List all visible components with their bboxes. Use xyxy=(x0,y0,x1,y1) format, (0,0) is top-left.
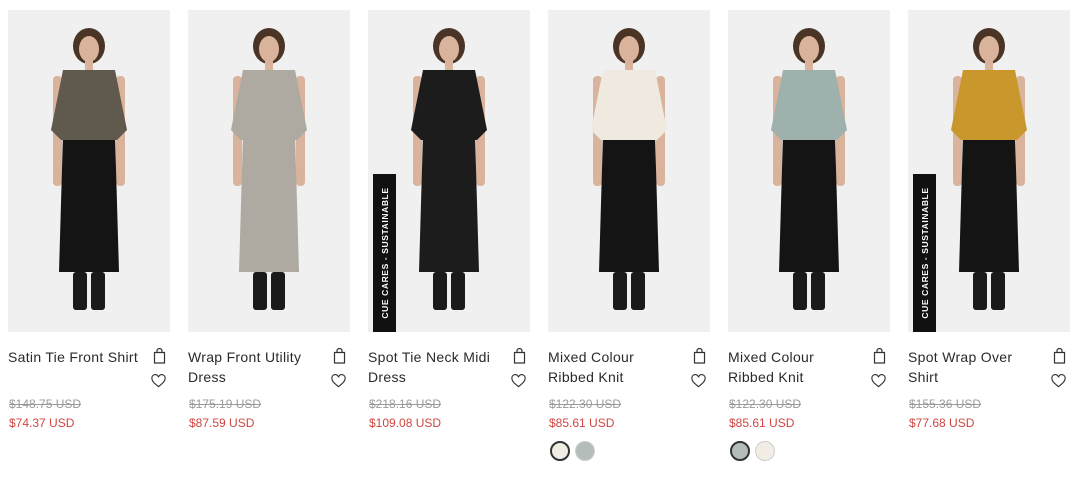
color-swatch[interactable] xyxy=(575,441,595,461)
shopping-bag-icon[interactable] xyxy=(513,348,526,364)
shopping-bag-icon[interactable] xyxy=(873,348,886,364)
original-price: $175.19 USD xyxy=(189,397,262,411)
sale-price: $85.61 USD xyxy=(549,416,615,430)
badge-label: CUE CARES - SUSTAINABLE xyxy=(919,187,930,319)
sale-price: $85.61 USD xyxy=(729,416,795,430)
product-card[interactable]: Wrap Front Utility Dress $175.19 USD $87… xyxy=(188,10,350,485)
heart-icon[interactable] xyxy=(151,374,166,388)
product-image[interactable]: CUE CARES - SUSTAINABLE xyxy=(908,10,1070,332)
sale-price: $87.59 USD xyxy=(189,416,255,430)
product-image[interactable] xyxy=(188,10,350,332)
shopping-bag-icon[interactable] xyxy=(153,348,166,364)
heart-icon[interactable] xyxy=(511,374,526,388)
original-price: $148.75 USD xyxy=(9,397,82,411)
product-card[interactable]: CUE CARES - SUSTAINABLE Spot Wrap Over S… xyxy=(908,10,1070,485)
badge-label: CUE CARES - SUSTAINABLE xyxy=(379,187,390,319)
heart-icon[interactable] xyxy=(331,374,346,388)
color-swatch[interactable] xyxy=(730,441,750,461)
sustainable-badge: CUE CARES - SUSTAINABLE xyxy=(373,174,396,332)
product-name[interactable]: Wrap Front Utility Dress xyxy=(188,347,323,387)
model-figure xyxy=(231,28,307,310)
sale-price: $77.68 USD xyxy=(909,416,975,430)
product-name[interactable]: Mixed Colour Ribbed Knit xyxy=(548,347,683,387)
shopping-bag-icon[interactable] xyxy=(333,348,346,364)
product-grid: Satin Tie Front Shirt $148.75 USD $74.37… xyxy=(0,0,1080,493)
shopping-bag-icon[interactable] xyxy=(1053,348,1066,364)
product-image[interactable] xyxy=(8,10,170,332)
shopping-bag-icon[interactable] xyxy=(693,348,706,364)
color-swatches xyxy=(730,441,780,461)
sale-price: $74.37 USD xyxy=(9,416,75,430)
heart-icon[interactable] xyxy=(1051,374,1066,388)
model-figure xyxy=(51,28,127,310)
product-card[interactable]: Mixed Colour Ribbed Knit $122.30 USD $85… xyxy=(548,10,710,485)
heart-icon[interactable] xyxy=(871,374,886,388)
original-price: $122.30 USD xyxy=(549,397,622,411)
heart-icon[interactable] xyxy=(691,374,706,388)
original-price: $155.36 USD xyxy=(909,397,982,411)
product-card[interactable]: Satin Tie Front Shirt $148.75 USD $74.37… xyxy=(8,10,170,485)
color-swatch[interactable] xyxy=(550,441,570,461)
sustainable-badge: CUE CARES - SUSTAINABLE xyxy=(913,174,936,332)
product-image[interactable]: CUE CARES - SUSTAINABLE xyxy=(368,10,530,332)
color-swatches xyxy=(550,441,600,461)
product-name[interactable]: Spot Tie Neck Midi Dress xyxy=(368,347,503,387)
product-name[interactable]: Mixed Colour Ribbed Knit xyxy=(728,347,863,387)
product-card[interactable]: Mixed Colour Ribbed Knit $122.30 USD $85… xyxy=(728,10,890,485)
original-price: $218.16 USD xyxy=(369,397,442,411)
product-name[interactable]: Satin Tie Front Shirt xyxy=(8,347,143,367)
color-swatch[interactable] xyxy=(755,441,775,461)
product-name[interactable]: Spot Wrap Over Shirt xyxy=(908,347,1043,387)
product-image[interactable] xyxy=(548,10,710,332)
product-card[interactable]: CUE CARES - SUSTAINABLE Spot Tie Neck Mi… xyxy=(368,10,530,485)
original-price: $122.30 USD xyxy=(729,397,802,411)
model-figure xyxy=(591,28,667,310)
product-image[interactable] xyxy=(728,10,890,332)
sale-price: $109.08 USD xyxy=(369,416,442,430)
model-figure xyxy=(771,28,847,310)
